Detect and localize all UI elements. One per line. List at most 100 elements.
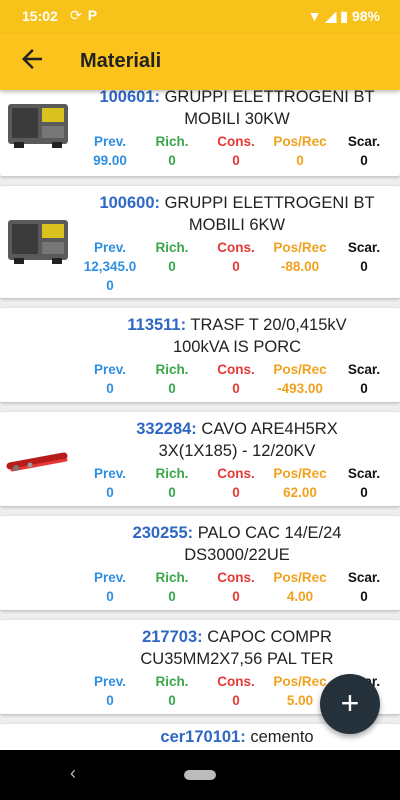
- stat-cons: Cons. 0: [204, 672, 268, 710]
- stat-pos: Pos/Rec 62.00: [268, 464, 332, 502]
- stat-value: 4.00: [286, 589, 314, 604]
- stat-label: Scar.: [347, 466, 381, 481]
- stat-label: Scar.: [347, 362, 381, 377]
- item-title: 100600: GRUPPI ELETTROGENI BT MOBILI 6KW: [78, 192, 396, 236]
- home-pill-icon[interactable]: [184, 770, 216, 780]
- stat-rich: Rich. 0: [140, 360, 204, 398]
- stat-label: Scar.: [347, 240, 381, 255]
- item-stats: Prev. 0 Rich. 0 Cons. 0 Pos/Rec 62.00 Scar. 0: [78, 464, 400, 504]
- item-name-line1: GRUPPI ELETTROGENI BT: [164, 90, 375, 106]
- stat-label: Prev.: [93, 134, 127, 149]
- signal-icon: ◢: [325, 8, 337, 24]
- generator-icon: [6, 214, 70, 266]
- sync-icon: ⟳: [70, 7, 88, 23]
- stat-value: 12,345.0: [83, 259, 137, 274]
- stat-label: Prev.: [93, 674, 127, 689]
- notification-icons: ⟳P: [70, 7, 103, 24]
- stat-prev: Prev. 99.00: [78, 132, 142, 170]
- arrow-back-icon[interactable]: [14, 44, 50, 80]
- stat-label: Cons.: [217, 362, 255, 377]
- stat-value: -88.00: [280, 259, 320, 274]
- stat-value: 0: [106, 485, 114, 500]
- stat-label: Pos/Rec: [273, 674, 327, 689]
- item-stats: Prev. 0 Rich. 0 Cons. 0 Pos/Rec 4.00 Scar. 0: [78, 568, 400, 608]
- nav-back-icon[interactable]: ‹: [70, 763, 76, 784]
- stat-label: Rich.: [155, 134, 189, 149]
- stat-cons: Cons. 0: [204, 132, 268, 170]
- stat-value: 0: [106, 381, 114, 396]
- item-code: 100601:: [99, 90, 160, 106]
- stat-rich: Rich. 0: [140, 568, 204, 606]
- item-name-line1: cemento: [250, 728, 314, 746]
- item-title: 100601: GRUPPI ELETTROGENI BT MOBILI 30K…: [78, 90, 396, 130]
- stat-value: 0: [168, 589, 176, 604]
- list-item[interactable]: 332284: CAVO ARE4H5RX 3X(1X185) - 12/20K…: [0, 412, 400, 506]
- stat-value: 0: [360, 259, 368, 274]
- list-item[interactable]: 100601: GRUPPI ELETTROGENI BT MOBILI 30K…: [0, 90, 400, 176]
- stat-pos: Pos/Rec -88.00: [268, 238, 332, 276]
- list-item[interactable]: 230255: PALO CAC 14/E/24 DS3000/22UE Pre…: [0, 516, 400, 610]
- stat-value: 0: [168, 693, 176, 708]
- item-stats: Prev. 99.00 Rich. 0 Cons. 0 Pos/Rec 0 Scar. 0: [78, 132, 400, 172]
- stat-value: 0: [232, 259, 240, 274]
- item-title: 332284: CAVO ARE4H5RX 3X(1X185) - 12/20K…: [78, 418, 396, 462]
- stat-scar: Scar. 0: [332, 238, 396, 276]
- stat-prev: Prev. 0: [78, 672, 142, 710]
- stat-value: 0: [360, 589, 368, 604]
- stat-value: 0: [232, 589, 240, 604]
- stat-value: 0: [296, 153, 304, 168]
- stat-value: 0: [168, 381, 176, 396]
- stat-value: 0: [168, 259, 176, 274]
- stat-label: Rich.: [155, 466, 189, 481]
- item-name-line2: 100kVA IS PORC: [172, 338, 302, 356]
- app-bar: Materiali: [0, 34, 400, 90]
- status-time: 15:02: [22, 8, 58, 24]
- battery-level: 98%: [351, 8, 380, 24]
- stat-value: 0: [168, 485, 176, 500]
- stat-value: 0: [168, 153, 176, 168]
- stat-label: Pos/Rec: [273, 240, 327, 255]
- stat-label: Rich.: [155, 362, 189, 377]
- item-name-line1: PALO CAC 14/E/24: [197, 524, 342, 542]
- stat-label: Pos/Rec: [273, 570, 327, 585]
- stat-label: Rich.: [155, 674, 189, 689]
- item-name-line2: 3X(1X185) - 12/20KV: [158, 442, 316, 460]
- stat-cons: Cons. 0: [204, 568, 268, 606]
- system-nav-bar: ‹: [0, 750, 400, 800]
- stat-value: 0: [232, 693, 240, 708]
- item-name-line1: CAPOC COMPR: [207, 628, 332, 646]
- stat-label: Cons.: [217, 240, 255, 255]
- stat-rich: Rich. 0: [140, 464, 204, 502]
- item-code: 217703:: [142, 628, 203, 646]
- stat-label: Pos/Rec: [273, 134, 327, 149]
- page-title: Materiali: [80, 50, 162, 72]
- stat-label: Prev.: [93, 240, 127, 255]
- item-name-line1: GRUPPI ELETTROGENI BT: [164, 194, 375, 212]
- item-stats: Prev. 12,345.0 0 Rich. 0 Cons. 0 Pos/Rec -88.…: [78, 238, 400, 296]
- stat-label: Cons.: [217, 134, 255, 149]
- stat-label: Pos/Rec: [273, 466, 327, 481]
- list-item[interactable]: 100600: GRUPPI ELETTROGENI BT MOBILI 6KW…: [0, 186, 400, 298]
- item-code: 230255:: [132, 524, 194, 542]
- item-code: 100600:: [99, 194, 160, 212]
- stat-label: Cons.: [217, 674, 255, 689]
- item-code: cer170101:: [160, 728, 246, 746]
- item-title: 230255: PALO CAC 14/E/24 DS3000/22UE: [78, 522, 396, 566]
- item-code: 332284:: [136, 420, 197, 438]
- stat-label: Prev.: [93, 466, 127, 481]
- stat-rich: Rich. 0: [140, 238, 204, 276]
- stat-label: Rich.: [155, 240, 189, 255]
- stat-pos: Pos/Rec 0: [268, 132, 332, 170]
- item-name-line1: TRASF T 20/0,415kV: [190, 316, 347, 334]
- item-title: 217703: CAPOC COMPR CU35MM2X7,56 PAL TER: [78, 626, 396, 670]
- status-right: ▼ ◢ ▮ 98%: [304, 8, 380, 25]
- item-code: 113511:: [127, 316, 187, 334]
- item-name-line2: MOBILI 6KW: [188, 216, 286, 234]
- list-item[interactable]: 113511: TRASF T 20/0,415kV 100kVA IS POR…: [0, 308, 400, 402]
- stat-label: Cons.: [217, 570, 255, 585]
- item-stats: Prev. 0 Rich. 0 Cons. 0 Pos/Rec -493.00 Scar…: [78, 360, 400, 400]
- add-button[interactable]: +: [320, 674, 380, 734]
- stat-label: Rich.: [155, 570, 189, 585]
- materials-list[interactable]: 100601: GRUPPI ELETTROGENI BT MOBILI 30K…: [0, 90, 400, 750]
- stat-value: 0: [360, 381, 368, 396]
